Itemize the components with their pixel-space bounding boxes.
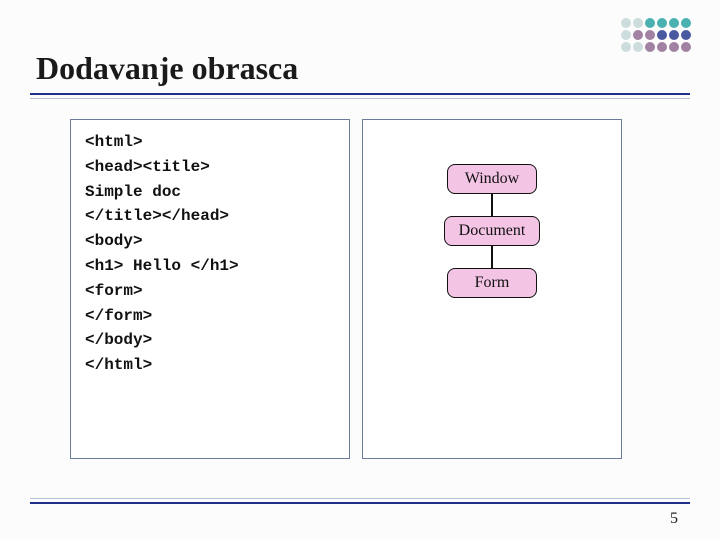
decorative-dots <box>621 18 692 53</box>
tree-node-document: Document <box>444 216 541 246</box>
code-line: Simple doc <box>85 183 181 201</box>
code-line: </form> <box>85 307 152 325</box>
code-panel: <html> <head><title> Simple doc </title>… <box>70 119 350 459</box>
code-line: </title></head> <box>85 207 229 225</box>
code-line: <html> <box>85 133 143 151</box>
code-line: </html> <box>85 356 152 374</box>
code-line: <body> <box>85 232 143 250</box>
footer-underline <box>30 498 690 504</box>
tree-node-form: Form <box>447 268 537 298</box>
code-line: <head><title> <box>85 158 210 176</box>
page-number: 5 <box>670 510 678 528</box>
content-row: <html> <head><title> Simple doc </title>… <box>30 119 690 459</box>
tree-connector <box>491 194 493 216</box>
slide-title: Dodavanje obrasca <box>30 50 690 87</box>
code-line: <form> <box>85 282 143 300</box>
tree-panel: Window Document Form <box>362 119 622 459</box>
title-underline <box>30 93 690 99</box>
tree-node-window: Window <box>447 164 537 194</box>
code-line: </body> <box>85 331 152 349</box>
code-block: <html> <head><title> Simple doc </title>… <box>85 130 335 378</box>
slide: Dodavanje obrasca <html> <head><title> S… <box>0 0 720 540</box>
code-line: <h1> Hello </h1> <box>85 257 239 275</box>
tree-connector <box>491 246 493 268</box>
